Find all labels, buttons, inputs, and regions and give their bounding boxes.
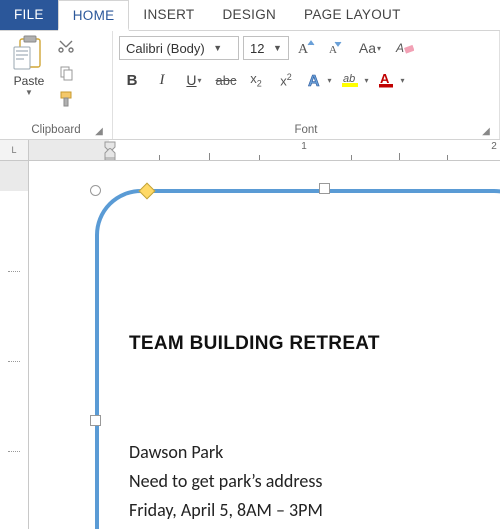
shrink-font-button[interactable]: A xyxy=(323,36,349,60)
format-painter-button[interactable] xyxy=(56,89,76,109)
document-line-2[interactable]: Need to get park’s address xyxy=(129,470,322,492)
svg-text:A: A xyxy=(308,73,320,89)
paste-dropdown-icon[interactable]: ▼ xyxy=(25,88,33,97)
clear-formatting-button[interactable]: A xyxy=(391,36,417,60)
highlight-button[interactable]: ab▾ xyxy=(339,68,371,92)
brush-icon xyxy=(58,91,74,107)
resize-handle-nw[interactable] xyxy=(90,185,101,196)
ruler-label-1: 1 xyxy=(301,141,307,152)
text-effects-button[interactable]: A▾ xyxy=(303,68,335,92)
document-area: TEAM BUILDING RETREAT Dawson Park Need t… xyxy=(0,161,500,529)
font-name-combo[interactable]: Calibri (Body) ▼ xyxy=(119,36,239,60)
document-heading[interactable]: TEAM BUILDING RETREAT xyxy=(129,333,380,355)
font-color-button[interactable]: A▾ xyxy=(375,68,407,92)
group-title-font: Font xyxy=(294,122,317,139)
svg-text:A: A xyxy=(380,71,390,86)
italic-button[interactable]: I xyxy=(149,68,175,92)
eraser-icon: A xyxy=(394,39,414,57)
font-size-value: 12 xyxy=(244,41,270,56)
tab-home[interactable]: HOME xyxy=(58,0,130,31)
chevron-down-icon: ▼ xyxy=(270,43,284,53)
ribbon: Paste ▼ Clipboard ◢ xyxy=(0,31,500,140)
strikethrough-button[interactable]: abc xyxy=(213,68,239,92)
paste-label: Paste xyxy=(14,74,45,88)
indent-marker-hanging[interactable] xyxy=(103,148,119,160)
document-line-1[interactable]: Dawson Park xyxy=(129,441,223,463)
ribbon-tabs: FILE HOME INSERT DESIGN PAGE LAYOUT xyxy=(0,0,500,31)
copy-icon xyxy=(58,65,74,81)
grow-font-icon: A xyxy=(296,39,316,57)
group-font: Calibri (Body) ▼ 12 ▼ A A Aa▾ A xyxy=(113,31,500,139)
tab-page-layout[interactable]: PAGE LAYOUT xyxy=(290,0,415,30)
copy-button[interactable] xyxy=(56,63,76,83)
resize-handle-w[interactable] xyxy=(90,415,101,426)
superscript-button[interactable]: x2 xyxy=(273,68,299,92)
document-line-3[interactable]: Friday, April 5, 8AM – 3PM xyxy=(129,499,323,521)
font-color-icon: A xyxy=(377,71,399,89)
svg-text:A: A xyxy=(395,41,404,55)
tab-design[interactable]: DESIGN xyxy=(208,0,290,30)
font-size-combo[interactable]: 12 ▼ xyxy=(243,36,289,60)
ruler-vertical[interactable] xyxy=(0,161,29,529)
underline-button[interactable]: U▾ xyxy=(179,68,209,92)
svg-text:A: A xyxy=(298,42,309,57)
grow-font-button[interactable]: A xyxy=(293,36,319,60)
group-clipboard: Paste ▼ Clipboard ◢ xyxy=(0,31,113,139)
resize-handle-n[interactable] xyxy=(319,183,330,194)
ruler-horizontal[interactable]: L 1 2 xyxy=(0,140,500,161)
subscript-button[interactable]: x2 xyxy=(243,68,269,92)
chevron-down-icon: ▼ xyxy=(211,43,225,53)
ruler-label-2: 2 xyxy=(491,141,497,152)
page[interactable]: TEAM BUILDING RETREAT Dawson Park Need t… xyxy=(29,161,500,529)
group-title-clipboard: Clipboard xyxy=(31,122,80,139)
tab-file[interactable]: FILE xyxy=(0,0,58,30)
tab-selector[interactable]: L xyxy=(0,140,29,160)
paste-icon xyxy=(12,35,46,73)
highlight-icon: ab xyxy=(341,71,363,89)
svg-text:A: A xyxy=(329,44,337,56)
change-case-button[interactable]: Aa▾ xyxy=(353,36,387,60)
scissors-icon xyxy=(58,39,74,55)
cut-button[interactable] xyxy=(56,37,76,57)
tab-insert[interactable]: INSERT xyxy=(129,0,208,30)
shrink-font-icon: A xyxy=(326,39,346,57)
font-launcher[interactable]: ◢ xyxy=(479,124,493,138)
font-name-value: Calibri (Body) xyxy=(120,41,211,56)
text-effects-icon: A xyxy=(306,71,326,89)
clipboard-launcher[interactable]: ◢ xyxy=(92,124,106,138)
bold-button[interactable]: B xyxy=(119,68,145,92)
paste-button[interactable]: Paste ▼ xyxy=(6,35,52,121)
